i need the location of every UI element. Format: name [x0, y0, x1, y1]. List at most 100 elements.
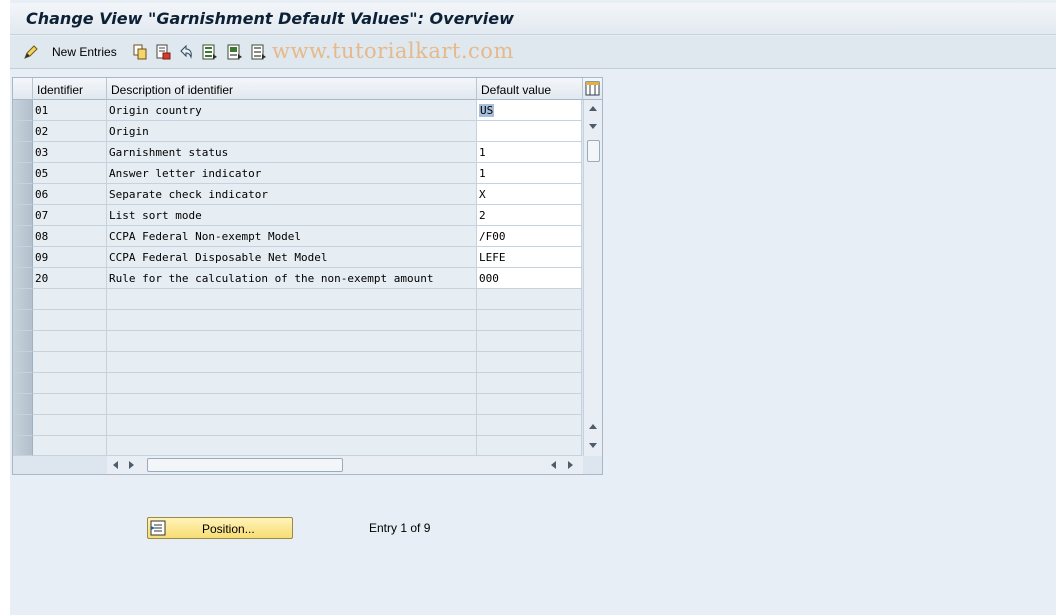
- row-selector[interactable]: [13, 331, 33, 352]
- default-value-field[interactable]: LEFE: [477, 247, 582, 268]
- table-row[interactable]: 05 Answer letter indicator 1: [13, 163, 583, 184]
- page-down-icon[interactable]: [589, 443, 597, 448]
- identifier-cell: 01: [33, 100, 107, 121]
- description-cell: CCPA Federal Non-exempt Model: [107, 226, 477, 247]
- row-selector[interactable]: [13, 415, 33, 436]
- application-toolbar: New Entries www.tutorialkart.com: [10, 36, 1056, 69]
- default-value-field[interactable]: [477, 121, 582, 142]
- select-all-rows-header[interactable]: [13, 78, 33, 100]
- row-selector[interactable]: [13, 289, 33, 310]
- identifier-cell: 02: [33, 121, 107, 142]
- row-selector[interactable]: [13, 226, 33, 247]
- empty-cell: [33, 436, 107, 456]
- column-header-default-value[interactable]: Default value: [477, 78, 583, 100]
- delete-icon[interactable]: [155, 44, 171, 60]
- row-selector[interactable]: [13, 268, 33, 289]
- vertical-scroll-thumb[interactable]: [587, 140, 600, 162]
- empty-row[interactable]: [13, 436, 583, 456]
- default-value-field[interactable]: /F00: [477, 226, 582, 247]
- empty-row[interactable]: [13, 331, 583, 352]
- empty-cell: [477, 289, 582, 310]
- default-value-field[interactable]: X: [477, 184, 582, 205]
- scroll-right-end-icon[interactable]: [568, 461, 573, 469]
- default-value-field[interactable]: 1: [477, 142, 582, 163]
- empty-row[interactable]: [13, 289, 583, 310]
- default-value-field[interactable]: 000: [477, 268, 582, 289]
- table-control: Identifier Description of identifier Def…: [12, 77, 603, 475]
- table-row[interactable]: 07 List sort mode 2: [13, 205, 583, 226]
- vertical-scrollbar[interactable]: [583, 100, 602, 456]
- scroll-left-icon[interactable]: [113, 461, 118, 469]
- scroll-down-icon[interactable]: [589, 124, 597, 129]
- description-cell: Rule for the calculation of the non-exem…: [107, 268, 477, 289]
- empty-cell: [33, 331, 107, 352]
- empty-cell: [107, 310, 477, 331]
- row-selector[interactable]: [13, 163, 33, 184]
- empty-row[interactable]: [13, 310, 583, 331]
- scroll-left-end-icon[interactable]: [551, 461, 556, 469]
- empty-cell: [477, 373, 582, 394]
- empty-cell: [107, 331, 477, 352]
- empty-cell: [33, 394, 107, 415]
- position-button[interactable]: Position...: [147, 517, 293, 539]
- table-row[interactable]: 02 Origin: [13, 121, 583, 142]
- table-row[interactable]: 20 Rule for the calculation of the non-e…: [13, 268, 583, 289]
- empty-cell: [477, 352, 582, 373]
- title-bar: Change View "Garnishment Default Values"…: [10, 3, 1056, 35]
- empty-row[interactable]: [13, 352, 583, 373]
- new-entries-button[interactable]: New Entries: [52, 45, 117, 59]
- empty-row[interactable]: [13, 394, 583, 415]
- table-row[interactable]: 09 CCPA Federal Disposable Net Model LEF…: [13, 247, 583, 268]
- scroll-up-icon[interactable]: [589, 106, 597, 111]
- empty-cell: [107, 352, 477, 373]
- default-value-field[interactable]: US: [477, 100, 582, 121]
- row-selector[interactable]: [13, 352, 33, 373]
- table-settings-button[interactable]: [583, 78, 602, 100]
- row-selector[interactable]: [13, 142, 33, 163]
- column-header-identifier[interactable]: Identifier: [33, 78, 107, 100]
- row-selector[interactable]: [13, 436, 33, 456]
- description-cell: Origin country: [107, 100, 477, 121]
- page-title: Change View "Garnishment Default Values"…: [26, 9, 514, 28]
- scroll-right-icon[interactable]: [129, 461, 134, 469]
- row-selector[interactable]: [13, 247, 33, 268]
- identifier-cell: 05: [33, 163, 107, 184]
- column-header-description[interactable]: Description of identifier: [107, 78, 477, 100]
- row-selector[interactable]: [13, 100, 33, 121]
- select-all-icon[interactable]: [202, 44, 218, 60]
- empty-row[interactable]: [13, 373, 583, 394]
- table-row[interactable]: 06 Separate check indicator X: [13, 184, 583, 205]
- description-cell: Garnishment status: [107, 142, 477, 163]
- horizontal-scrollbar[interactable]: [107, 456, 583, 474]
- identifier-cell: 09: [33, 247, 107, 268]
- empty-cell: [477, 310, 582, 331]
- horizontal-scroll-thumb[interactable]: [147, 458, 343, 472]
- table-row[interactable]: 01 Origin country US: [13, 100, 583, 121]
- row-selector[interactable]: [13, 184, 33, 205]
- table-row[interactable]: 08 CCPA Federal Non-exempt Model /F00: [13, 226, 583, 247]
- row-selector[interactable]: [13, 310, 33, 331]
- empty-row[interactable]: [13, 415, 583, 436]
- empty-cell: [477, 415, 582, 436]
- table-row[interactable]: 03 Garnishment status 1: [13, 142, 583, 163]
- row-selector[interactable]: [13, 205, 33, 226]
- page-up-icon[interactable]: [589, 424, 597, 429]
- empty-cell: [477, 436, 582, 456]
- deselect-all-icon[interactable]: [251, 44, 267, 60]
- watermark-text: www.tutorialkart.com: [272, 39, 514, 63]
- default-value-field[interactable]: 2: [477, 205, 582, 226]
- copy-icon[interactable]: [132, 44, 148, 60]
- identifier-cell: 07: [33, 205, 107, 226]
- change-display-icon[interactable]: [23, 44, 39, 60]
- undo-icon[interactable]: [178, 44, 194, 60]
- select-block-icon[interactable]: [227, 44, 243, 60]
- description-cell: CCPA Federal Disposable Net Model: [107, 247, 477, 268]
- identifier-cell: 20: [33, 268, 107, 289]
- default-value-field[interactable]: 1: [477, 163, 582, 184]
- row-selector[interactable]: [13, 373, 33, 394]
- row-selector[interactable]: [13, 121, 33, 142]
- row-selector[interactable]: [13, 394, 33, 415]
- description-cell: Answer letter indicator: [107, 163, 477, 184]
- window-edge: [0, 0, 10, 615]
- empty-cell: [33, 289, 107, 310]
